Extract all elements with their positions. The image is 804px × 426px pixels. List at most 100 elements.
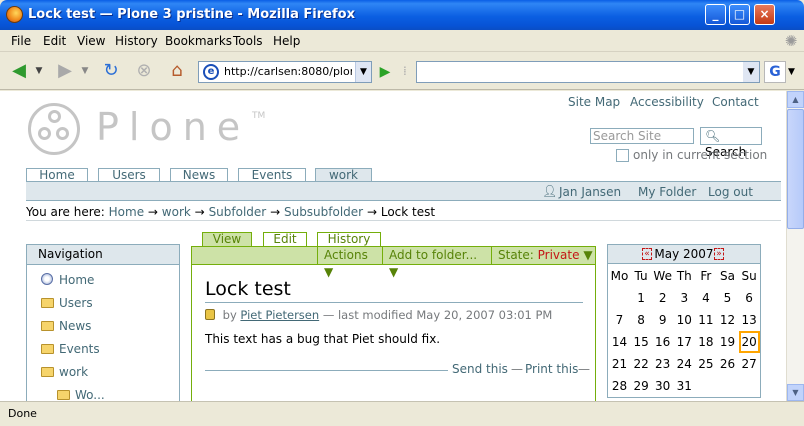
calendar-day[interactable]: 24 <box>674 353 695 375</box>
calendar-day[interactable]: 22 <box>631 353 652 375</box>
window-titlebar[interactable]: Lock test — Plone 3 pristine - Mozilla F… <box>0 0 804 30</box>
vertical-scrollbar[interactable]: ▲ ▼ <box>786 91 804 401</box>
calendar-day[interactable]: 19 <box>717 331 738 353</box>
nav-item-sub[interactable]: Wo... <box>57 388 105 401</box>
calendar-day[interactable]: 26 <box>717 353 738 375</box>
menu-tools[interactable]: Tools <box>233 34 263 48</box>
print-this-link[interactable]: Print this <box>525 362 578 376</box>
calendar-day[interactable]: 12 <box>717 309 738 331</box>
url-text[interactable]: http://carlsen:8080/plone/work/subfolder… <box>224 65 352 78</box>
actions-menu[interactable]: Actions ▼ <box>317 247 375 279</box>
calendar-day[interactable]: 8 <box>631 309 652 331</box>
search-engine-dropdown-icon[interactable]: ▼ <box>788 67 795 77</box>
calendar-day[interactable]: 23 <box>652 353 673 375</box>
content-tab-edit[interactable]: Edit <box>263 232 307 246</box>
calendar-day[interactable]: 10 <box>674 309 695 331</box>
calendar-day[interactable]: 6 <box>739 287 760 309</box>
site-search-button[interactable]: 🔍︎ Search <box>700 127 762 159</box>
menu-view[interactable]: View <box>77 34 105 48</box>
search-bar[interactable]: ▼ <box>416 61 760 83</box>
calendar-day[interactable]: 2 <box>652 287 673 309</box>
calendar-day[interactable]: 20 <box>738 331 760 353</box>
calendar-day[interactable]: 11 <box>695 309 716 331</box>
stop-icon[interactable]: ⊗ <box>131 59 157 83</box>
menu-help[interactable]: Help <box>273 34 300 48</box>
calendar-day[interactable]: 21 <box>609 353 630 375</box>
scroll-down-icon[interactable]: ▼ <box>787 384 804 401</box>
calendar-day[interactable]: 14 <box>609 331 630 353</box>
content-tab-view[interactable]: View <box>202 232 252 247</box>
breadcrumb-subfolder[interactable]: Subfolder <box>209 205 267 219</box>
breadcrumb-work[interactable]: work <box>162 205 191 219</box>
nav-item-news[interactable]: News <box>41 319 91 333</box>
forward-icon[interactable]: ▶ <box>52 59 78 83</box>
calendar-day[interactable]: 18 <box>695 331 716 353</box>
go-icon[interactable]: ▶ <box>376 63 394 81</box>
scroll-up-icon[interactable]: ▲ <box>787 91 804 108</box>
author-link[interactable]: Piet Pietersen <box>240 308 319 322</box>
calendar-day[interactable]: 28 <box>609 375 630 397</box>
breadcrumb-current: Lock test <box>380 205 436 219</box>
nav-item-users[interactable]: Users <box>41 296 93 310</box>
calendar-day[interactable]: 13 <box>739 309 760 331</box>
calendar-day[interactable]: 16 <box>652 331 673 353</box>
site-identity-icon[interactable]: e <box>203 64 219 80</box>
nav-item-home[interactable]: Home <box>41 273 94 287</box>
calendar-next-month[interactable]: » <box>714 248 724 260</box>
calendar-day[interactable]: 9 <box>652 309 673 331</box>
forward-dropdown-icon[interactable]: ▼ <box>78 59 92 83</box>
calendar-day[interactable]: 27 <box>739 353 760 375</box>
state-menu[interactable]: State: Private ▼ <box>491 247 595 264</box>
tab-events[interactable]: Events <box>238 168 306 182</box>
url-dropdown-icon[interactable]: ▼ <box>355 62 371 82</box>
url-bar[interactable]: e http://carlsen:8080/plone/work/subfold… <box>198 61 372 83</box>
minimize-button[interactable]: _ <box>705 4 726 25</box>
calendar-day[interactable]: 17 <box>674 331 695 353</box>
menu-bookmarks[interactable]: Bookmarks <box>165 34 232 48</box>
breadcrumb-separator: → <box>147 205 158 219</box>
user-name-link[interactable]: Jan Jansen <box>559 185 621 199</box>
calendar-day[interactable]: 31 <box>674 375 695 397</box>
calendar-day[interactable]: 25 <box>695 353 716 375</box>
calendar-day[interactable]: 29 <box>631 375 652 397</box>
calendar-day[interactable]: 15 <box>631 331 652 353</box>
calendar-day[interactable]: 1 <box>631 287 652 309</box>
my-folder-link[interactable]: My Folder <box>638 185 696 199</box>
calendar-day[interactable]: 3 <box>674 287 695 309</box>
send-this-link[interactable]: Send this <box>452 362 508 376</box>
content-tab-history[interactable]: History <box>317 232 381 246</box>
scroll-thumb[interactable] <box>787 109 804 229</box>
nav-item-work[interactable]: work <box>41 365 88 379</box>
site-map-link[interactable]: Site Map <box>568 95 620 109</box>
search-dropdown-icon[interactable]: ▼ <box>743 62 759 82</box>
contact-link[interactable]: Contact <box>712 95 759 109</box>
back-icon[interactable]: ◀ <box>6 59 32 83</box>
calendar-empty-cell <box>717 375 738 397</box>
nav-item-events[interactable]: Events <box>41 342 100 356</box>
tab-news[interactable]: News <box>170 168 228 182</box>
close-button[interactable]: × <box>754 4 775 25</box>
back-dropdown-icon[interactable]: ▼ <box>32 59 46 83</box>
breadcrumb-subsubfolder[interactable]: Subsubfolder <box>284 205 363 219</box>
calendar-day[interactable]: 5 <box>717 287 738 309</box>
calendar-day[interactable]: 7 <box>609 309 630 331</box>
reload-icon[interactable]: ↻ <box>98 59 124 83</box>
maximize-button[interactable]: □ <box>729 4 750 25</box>
logout-link[interactable]: Log out <box>708 185 753 199</box>
add-to-folder-menu[interactable]: Add to folder... ▼ <box>382 247 484 279</box>
resize-grip-icon[interactable]: ⁞ <box>403 64 407 78</box>
search-engine-button[interactable]: G <box>764 61 786 83</box>
tab-users[interactable]: Users <box>98 168 160 182</box>
menu-file[interactable]: File <box>11 34 31 48</box>
menu-history[interactable]: History <box>115 34 158 48</box>
calendar-day[interactable]: 30 <box>652 375 673 397</box>
current-section-checkbox[interactable] <box>616 149 629 162</box>
menu-edit[interactable]: Edit <box>43 34 66 48</box>
site-search-input[interactable]: Search Site <box>590 128 694 144</box>
calendar-prev-month[interactable]: « <box>642 248 652 260</box>
accessibility-link[interactable]: Accessibility <box>630 95 704 109</box>
home-icon[interactable]: ⌂ <box>164 59 190 83</box>
breadcrumb-home[interactable]: Home <box>109 205 144 219</box>
calendar-day[interactable]: 4 <box>695 287 716 309</box>
tab-home[interactable]: Home <box>26 168 88 182</box>
